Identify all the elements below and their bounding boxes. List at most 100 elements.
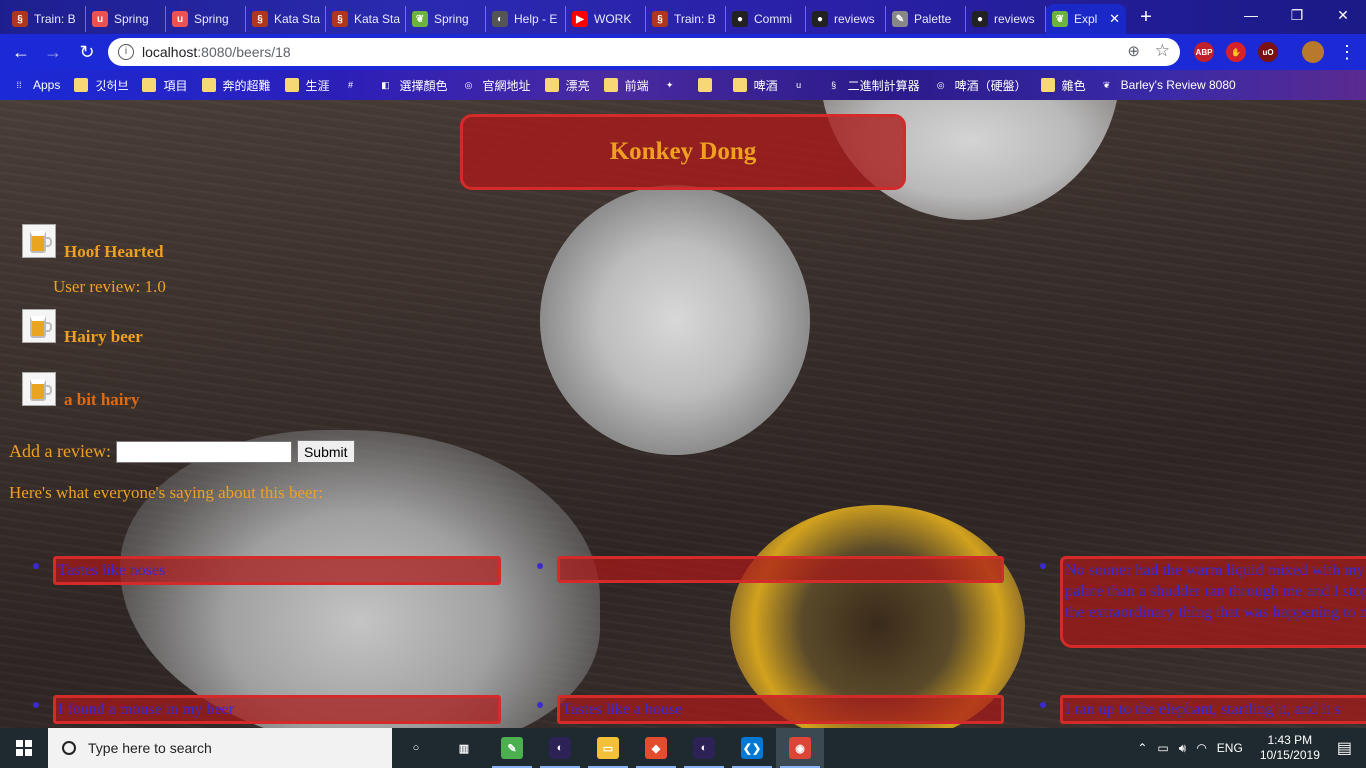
spring-leaf-icon: ❦ (412, 11, 428, 27)
globe-icon: ◎ (464, 79, 473, 90)
folder-icon (201, 78, 216, 92)
browser-tab[interactable]: § Train: B (6, 6, 86, 32)
vscode-icon[interactable]: ❮❯ (728, 728, 776, 768)
reload-icon[interactable]: ↻ (74, 40, 100, 64)
tag-item[interactable]: a bit hairy (22, 372, 140, 409)
github-icon: ● (732, 11, 748, 27)
bookmark-item[interactable]: 項目 (142, 77, 188, 94)
folder-icon (603, 78, 618, 92)
browser-tab[interactable]: § Kata Sta (326, 6, 406, 32)
task-view-icon[interactable]: ▥ (440, 728, 488, 768)
bookmark-item[interactable]: 啤酒 (732, 77, 778, 94)
language-indicator[interactable]: ENG (1217, 741, 1243, 755)
bookmark-item[interactable]: 前端 (603, 77, 649, 94)
adblock-hand-icon[interactable]: ✋ (1226, 42, 1246, 62)
url-text[interactable]: localhost:8080/beers/18 (142, 44, 291, 60)
browser-tab[interactable]: ● Commi (726, 6, 806, 32)
review-text: Tastes like noses (53, 556, 501, 585)
tag-item[interactable]: Hairy beer (22, 309, 143, 346)
bookmark-item[interactable]: ⁞⁞ Apps (12, 78, 60, 92)
bookmark-item[interactable]: ◎ 官網地址 (462, 77, 531, 94)
bookmark-item[interactable]: u (792, 78, 813, 92)
zoom-icon[interactable]: ⊕ (1127, 42, 1140, 60)
bookmark-item[interactable]: ◎ 啤酒（硬盤） (934, 77, 1027, 94)
codewars-icon: § (652, 11, 668, 27)
minimize-icon[interactable]: — (1228, 0, 1274, 30)
bookmark-item[interactable]: ❦ Barley's Review 8080 (1100, 78, 1236, 92)
menu-dots-icon[interactable]: ⋮ (1334, 40, 1360, 64)
browser-tab[interactable]: ▶ WORK (566, 6, 646, 32)
close-window-icon[interactable]: ✕ (1320, 0, 1366, 30)
maximize-icon[interactable]: ❐ (1274, 0, 1320, 30)
bullet-icon (1040, 702, 1046, 708)
bullet-icon (33, 702, 39, 708)
bookmark-item[interactable]: # (344, 78, 365, 92)
tag-name[interactable]: Hairy beer (64, 327, 143, 347)
tag-name[interactable]: a bit hairy (64, 390, 140, 410)
adblock-plus-icon[interactable]: ABP (1194, 42, 1214, 62)
forward-arrow-icon[interactable]: → (40, 40, 66, 64)
submit-button[interactable]: Submit (296, 440, 355, 463)
browser-tab[interactable]: u Spring (166, 6, 246, 32)
browser-tab[interactable]: u Spring (86, 6, 166, 32)
bookmark-item[interactable]: ◧ 選擇顏色 (379, 77, 447, 94)
codewars-icon: § (332, 11, 348, 27)
notifications-icon[interactable]: ▤ (1337, 738, 1352, 758)
git-icon[interactable]: ◆ (632, 728, 680, 768)
page-content: Konkey Dong Hoof Hearted User review: 1.… (0, 100, 1366, 728)
chrome-icon[interactable]: ◉ (776, 728, 824, 768)
browser-tab[interactable]: ◐ Help - E (486, 6, 566, 32)
cortana-icon[interactable]: ○ (392, 728, 440, 768)
close-tab-icon[interactable]: ✕ (1109, 11, 1120, 27)
chevron-up-icon[interactable]: ⌃ (1137, 741, 1147, 755)
browser-tab[interactable]: § Train: B (646, 6, 726, 32)
review-item: Tastes like noses (33, 556, 501, 585)
bookmark-item[interactable]: 漂亮 (544, 77, 590, 94)
eclipse-icon[interactable]: ◐ (680, 728, 728, 768)
browser-tab[interactable]: ● reviews (806, 6, 886, 32)
battery-icon[interactable]: ▭ (1157, 741, 1168, 755)
bookmark-label: Apps (33, 78, 61, 92)
ublock-origin-icon[interactable]: uO (1258, 42, 1278, 62)
browser-tab[interactable]: § Kata Sta (246, 6, 326, 32)
tab-label: reviews (834, 12, 875, 26)
new-tab-icon[interactable]: + (1132, 4, 1160, 30)
review-text: I found a mouse in my beer (53, 695, 501, 724)
folder-icon (1040, 78, 1055, 92)
browser-tab[interactable]: ✎ Palette (886, 6, 966, 32)
profile-avatar[interactable] (1302, 41, 1324, 63)
add-review-label: Add a review: (9, 441, 111, 461)
clock[interactable]: 1:43 PM 10/15/2019 (1260, 733, 1320, 763)
bookmark-item[interactable]: 깃허브 (74, 77, 128, 94)
file-explorer-icon[interactable]: ▭ (584, 728, 632, 768)
bookmark-label: 二進制計算器 (847, 78, 920, 93)
tab-label: Kata Sta (354, 12, 401, 26)
tag-item[interactable]: Hoof Hearted (22, 224, 164, 261)
address-bar[interactable]: i localhost:8080/beers/18 ⊕ ☆ (108, 38, 1180, 66)
browser-tab[interactable]: ● reviews (966, 6, 1046, 32)
browser-tab[interactable]: ❦ Spring (406, 6, 486, 32)
bookmark-item[interactable]: ✦ (663, 78, 684, 92)
tag-name[interactable]: Hoof Hearted (64, 242, 164, 262)
bookmark-item[interactable]: § 二進制計算器 (827, 77, 920, 94)
apps-grid-icon: ⁞⁞ (16, 80, 22, 90)
bookmark-star-icon[interactable]: ☆ (1155, 41, 1170, 61)
bookmark-item[interactable]: 生涯 (284, 77, 330, 94)
review-input[interactable] (115, 440, 292, 463)
volume-icon[interactable]: 🔊︎ (1179, 741, 1187, 756)
browser-tab-active[interactable]: ❦ Expl ✕ (1046, 4, 1126, 34)
tab-label: Train: B (674, 12, 716, 26)
start-button[interactable] (0, 728, 48, 768)
site-info-icon[interactable]: i (118, 44, 134, 60)
bookmark-label: 雜色 (1061, 78, 1086, 93)
taskbar-search-box[interactable]: Type here to search (48, 728, 392, 768)
system-tray: ⌃ ▭ 🔊︎ ◠ ENG 1:43 PM 10/15/2019 ▤ (1132, 728, 1366, 768)
eclipse-icon[interactable]: ◐ (536, 728, 584, 768)
folder-icon (697, 78, 712, 92)
bookmark-item[interactable]: 雜色 (1040, 77, 1086, 94)
notepad-icon[interactable]: ✎ (488, 728, 536, 768)
back-arrow-icon[interactable]: ← (8, 40, 34, 64)
bookmark-item[interactable] (697, 78, 719, 92)
bookmark-item[interactable]: 奔的超難 (201, 77, 271, 94)
wifi-icon[interactable]: ◠ (1196, 741, 1206, 755)
